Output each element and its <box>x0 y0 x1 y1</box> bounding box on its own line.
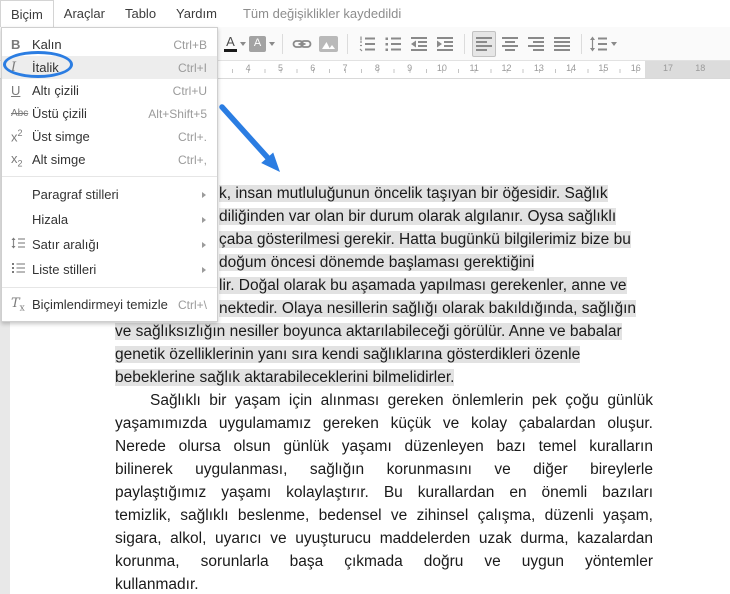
highlight-color-icon: A <box>249 35 266 52</box>
menu-tools[interactable]: Araçlar <box>54 0 115 27</box>
text-line: paylaştığımız yaşamı kolaylaştırır. Bu k… <box>115 484 653 501</box>
text-line: nektedir. Olaya nesillerin sağlığı olara… <box>219 300 637 317</box>
decrease-indent-button[interactable] <box>407 31 431 57</box>
numbered-list-button[interactable] <box>355 31 379 57</box>
menu-separator <box>2 176 217 177</box>
paragraph-justified[interactable]: Sağlıklı bir yaşam için alınması gereken… <box>115 389 653 594</box>
strikethrough-icon: Abc <box>11 108 29 119</box>
text-line: lir. Doğal olarak bu aşamada yapılması g… <box>219 277 627 294</box>
text-line: doğum öncesi dönemde başlaması gerektiği… <box>219 254 535 271</box>
justify-button[interactable] <box>550 31 574 57</box>
menu-item-underline[interactable]: U Altı çizili Ctrl+U <box>2 79 217 102</box>
increase-indent-button[interactable] <box>433 31 457 57</box>
submenu-arrow-icon <box>202 241 206 248</box>
menu-format[interactable]: Biçim <box>0 0 54 27</box>
text-line: korunma, sorunlarla başa çıkmada doğru v… <box>115 553 653 570</box>
menu-item-strikethrough[interactable]: Abc Üstü çizili Alt+Shift+5 <box>2 102 217 125</box>
save-status: Tüm değişiklikler kaydedildi <box>242 6 402 21</box>
clear-formatting-icon: Tx <box>11 295 25 314</box>
google-docs-window: Biçim Araçlar Tablo Yardım Tüm değişikli… <box>0 0 730 594</box>
menubar: Biçim Araçlar Tablo Yardım Tüm değişikli… <box>0 0 730 27</box>
text-line: kullanmadır. <box>115 576 199 593</box>
subscript-icon: x2 <box>11 150 23 169</box>
line-spacing-button[interactable] <box>589 31 617 57</box>
submenu-arrow-icon <box>202 266 206 273</box>
text-line: bilinerek uygulanması, sağlığın korunmas… <box>115 461 653 478</box>
toolbar-separator <box>464 33 465 54</box>
chevron-down-icon <box>240 41 246 46</box>
menu-item-clear-formatting[interactable]: Tx Biçimlendirmeyi temizle Ctrl+\ <box>2 293 217 316</box>
list-styles-icon <box>12 263 25 273</box>
toolbar-separator <box>581 33 582 54</box>
annotation-arrow-icon <box>219 104 280 172</box>
text-line: yaşamımızda uygulamamız gereken küçük ve… <box>115 415 653 432</box>
align-left-icon <box>476 36 492 51</box>
annotation-circle <box>3 51 73 78</box>
menu-help[interactable]: Yardım <box>166 0 227 27</box>
increase-indent-icon <box>437 36 453 51</box>
text-line: diliğinden var olan bir durum olarak alg… <box>219 208 617 225</box>
text-line: bebeklerine sağlık aktarabileceklerini b… <box>115 369 455 386</box>
insert-link-button[interactable] <box>290 31 314 57</box>
text-line: ve sağlıksızlığın nesiller boyunca aktar… <box>115 323 622 340</box>
menu-item-line-spacing[interactable]: Satır aralığı <box>2 232 217 257</box>
text-line: sigara, alkol, uyarıcı ve uyuşturucu mad… <box>115 530 653 547</box>
link-icon <box>292 39 312 48</box>
text-color-button[interactable]: A <box>223 31 247 57</box>
text-color-icon: A <box>224 35 237 52</box>
menu-item-list-styles[interactable]: Liste stilleri <box>2 257 217 282</box>
menu-item-superscript[interactable]: x2 Üst simge Ctrl+. <box>2 125 217 148</box>
justify-icon <box>554 36 570 51</box>
line-spacing-icon <box>590 36 607 51</box>
highlight-color-button[interactable]: A <box>249 31 275 57</box>
bulleted-list-icon <box>385 37 401 51</box>
text-line: k, insan mutluluğunun öncelik taşıyan bi… <box>219 185 608 202</box>
chevron-down-icon <box>611 41 617 46</box>
menu-separator <box>2 287 217 288</box>
text-line: Sağlıklı bir yaşam için alınması gereken… <box>150 392 653 409</box>
line-spacing-icon <box>11 237 25 249</box>
insert-image-button[interactable] <box>316 31 340 57</box>
align-center-icon <box>502 36 518 51</box>
submenu-arrow-icon <box>202 216 206 223</box>
chevron-down-icon <box>269 41 275 46</box>
menu-item-paragraph-styles[interactable]: Paragraf stilleri <box>2 182 217 207</box>
text-line: Nerede olursa olsun günlük yaşamı düzenl… <box>115 438 653 455</box>
align-right-button[interactable] <box>524 31 548 57</box>
toolbar-separator <box>347 33 348 54</box>
menu-item-align[interactable]: Hizala <box>2 207 217 232</box>
bold-icon: B <box>11 37 21 52</box>
text-line: genetik özelliklerinin yanı sıra kendi s… <box>115 346 581 363</box>
text-line: temizlik, sağlıklı beslenme, bedensel ve… <box>115 507 653 524</box>
toolbar-separator <box>282 33 283 54</box>
underline-icon: U <box>11 83 21 98</box>
menu-table[interactable]: Tablo <box>115 0 166 27</box>
text-line: çaba gösterilmesi gerekir. Hatta bugünkü… <box>219 231 631 248</box>
align-center-button[interactable] <box>498 31 522 57</box>
decrease-indent-icon <box>411 36 427 51</box>
align-right-icon <box>528 36 544 51</box>
numbered-list-icon <box>359 36 375 51</box>
menu-item-subscript[interactable]: x2 Alt simge Ctrl+, <box>2 148 217 171</box>
ruler-numbers: 4 5 6 7 8 9 10 11 12 13 14 15 16 17 18 <box>245 63 706 73</box>
align-left-button[interactable] <box>472 30 496 57</box>
submenu-arrow-icon <box>202 191 206 198</box>
superscript-icon: x2 <box>11 128 23 145</box>
image-icon <box>318 35 338 52</box>
bulleted-list-button[interactable] <box>381 31 405 57</box>
